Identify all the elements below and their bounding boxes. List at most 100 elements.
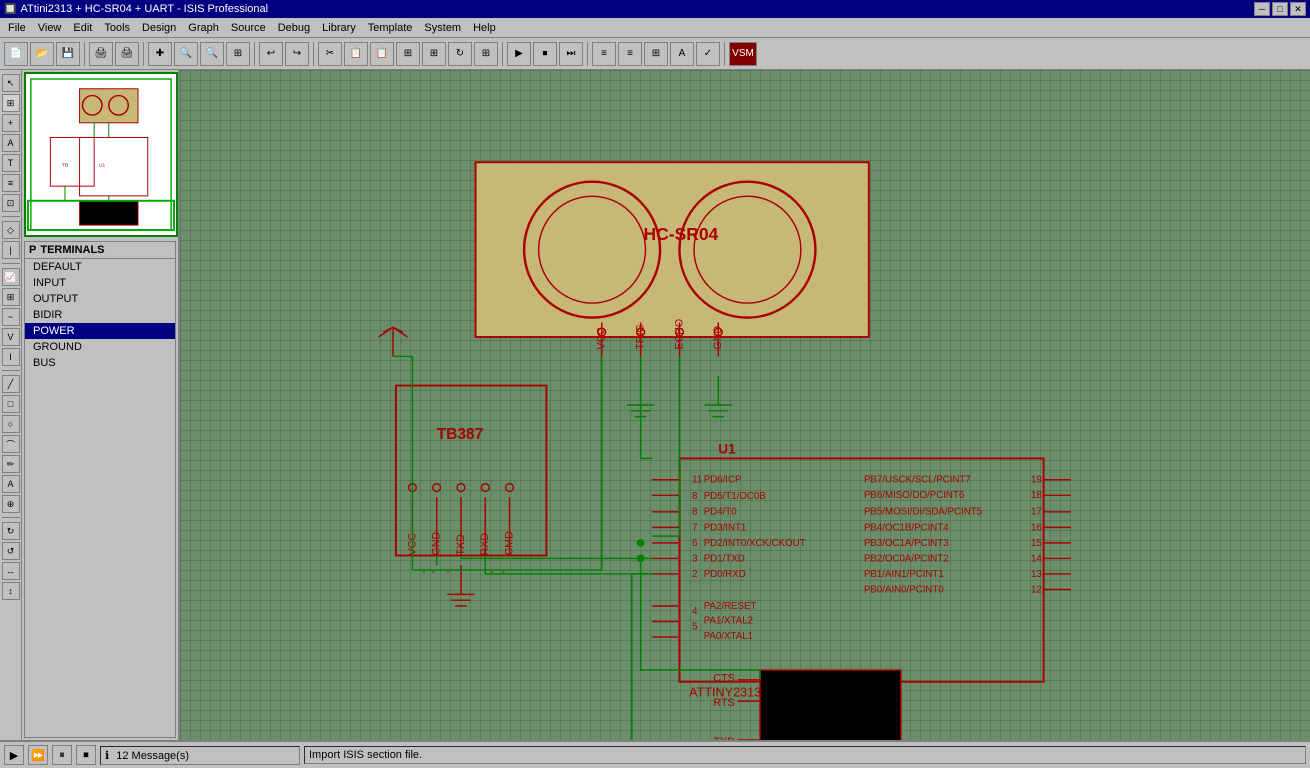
voltage-probe-tool[interactable]: V — [2, 328, 20, 346]
new-button[interactable]: 📄 — [4, 42, 28, 66]
attiny-component[interactable]: U1 ATTINY2313 11 8 8 7 6 3 2 4 5 PD6/ICP… — [652, 442, 1071, 700]
step-forward-button[interactable]: ⏩ — [28, 745, 48, 765]
rotate-ccw-tool[interactable]: ↺ — [2, 542, 20, 560]
annotate-button[interactable]: A — [670, 42, 694, 66]
terminal-item-input[interactable]: INPUT — [25, 275, 175, 291]
title-buttons: ─ □ ✕ — [1254, 2, 1306, 16]
terminal-item-default[interactable]: DEFAULT — [25, 259, 175, 275]
current-probe-tool[interactable]: I — [2, 348, 20, 366]
terminal-item-ground[interactable]: GROUND — [25, 339, 175, 355]
message-count: 12 Message(s) — [116, 750, 189, 762]
undo-button[interactable]: ↩ — [259, 42, 283, 66]
terminal-item-bus[interactable]: BUS — [25, 355, 175, 371]
component-tool[interactable]: ⊞ — [2, 94, 20, 112]
tb387-component[interactable]: TB387 VCC GND TXD RXD CMD — [396, 386, 547, 556]
status-text: Import ISIS section file. — [304, 746, 1306, 764]
label-tool[interactable]: A — [2, 134, 20, 152]
svg-text:13: 13 — [1031, 569, 1042, 580]
bom-button[interactable]: ≡ — [618, 42, 642, 66]
preview-area: U1 TB — [24, 72, 178, 237]
box-tool[interactable]: □ — [2, 395, 20, 413]
zoom-fit-button[interactable]: ⊞ — [226, 42, 250, 66]
svg-text:GND: GND — [712, 326, 724, 350]
maximize-button[interactable]: □ — [1272, 2, 1288, 16]
menu-item-source[interactable]: Source — [225, 20, 272, 36]
open-button[interactable]: 📂 — [30, 42, 54, 66]
virtual-terminal[interactable]: CTS RTS TXD RXD — [713, 670, 900, 740]
mirror-v-tool[interactable]: ↕ — [2, 582, 20, 600]
terminal-tool[interactable]: ◇ — [2, 221, 20, 239]
svg-text:GND: GND — [431, 531, 443, 555]
pin-tool[interactable]: | — [2, 241, 20, 259]
redo-button[interactable]: ↪ — [285, 42, 309, 66]
subcircuit-tool[interactable]: ⊡ — [2, 194, 20, 212]
zoom-out-button[interactable]: 🔍 — [200, 42, 224, 66]
bus-tool[interactable]: ≡ — [2, 174, 20, 192]
left-panel: ↖ ⊞ + A T ≡ ⊡ ◇ | 📈 ⊞ ~ V I ╱ □ ○ ⌒ ✏ A … — [0, 70, 180, 740]
block-move-button[interactable]: ⊞ — [422, 42, 446, 66]
svg-text:RTS: RTS — [713, 697, 734, 709]
graph-tool[interactable]: 📈 — [2, 268, 20, 286]
canvas-area[interactable]: HC-SR04 VCC TRIG ECHO GND — [180, 70, 1310, 740]
zoom-in-button[interactable]: 🔍 — [174, 42, 198, 66]
cursor-button[interactable]: ✚ — [148, 42, 172, 66]
terminal-item-output[interactable]: OUTPUT — [25, 291, 175, 307]
generator-tool[interactable]: ~ — [2, 308, 20, 326]
mirror-h-tool[interactable]: ↔ — [2, 562, 20, 580]
svg-text:PB5/MOSI/DI/SDA/PCINT5: PB5/MOSI/DI/SDA/PCINT5 — [864, 507, 982, 518]
title-icon: 🔲 — [4, 4, 16, 15]
terminals-list: DEFAULTINPUTOUTPUTBIDIRPOWERGROUNDBUS — [25, 259, 175, 371]
menu-item-file[interactable]: File — [2, 20, 32, 36]
svg-text:4: 4 — [692, 606, 698, 617]
block-mirror-button[interactable]: ⊞ — [474, 42, 498, 66]
menu-item-edit[interactable]: Edit — [67, 20, 98, 36]
path-tool[interactable]: ✏ — [2, 455, 20, 473]
tape-tool[interactable]: ⊞ — [2, 288, 20, 306]
close-button[interactable]: ✕ — [1290, 2, 1306, 16]
menu-item-system[interactable]: System — [418, 20, 467, 36]
line-tool[interactable]: ╱ — [2, 375, 20, 393]
block-copy-button[interactable]: ⊞ — [396, 42, 420, 66]
vsm-button[interactable]: VSM — [729, 42, 757, 66]
svg-text:RXD: RXD — [479, 533, 491, 556]
select-tool[interactable]: ↖ — [2, 74, 20, 92]
pcb-button[interactable]: ⊞ — [644, 42, 668, 66]
menu-item-debug[interactable]: Debug — [272, 20, 316, 36]
menu-item-design[interactable]: Design — [136, 20, 182, 36]
svg-text:18: 18 — [1031, 490, 1042, 501]
paste-button[interactable]: 📋 — [370, 42, 394, 66]
menu-item-library[interactable]: Library — [316, 20, 362, 36]
netlist-button[interactable]: ≡ — [592, 42, 616, 66]
menu-item-tools[interactable]: Tools — [98, 20, 136, 36]
arc-tool[interactable]: ⌒ — [2, 435, 20, 453]
minimize-button[interactable]: ─ — [1254, 2, 1270, 16]
circle-tool[interactable]: ○ — [2, 415, 20, 433]
step-button[interactable]: ⏭ — [559, 42, 583, 66]
hcsr04-component[interactable]: HC-SR04 VCC TRIG ECHO GND — [476, 162, 869, 356]
text2-tool[interactable]: A — [2, 475, 20, 493]
menu-item-help[interactable]: Help — [467, 20, 502, 36]
copy-button[interactable]: 📋 — [344, 42, 368, 66]
run-button[interactable]: ▶ — [507, 42, 531, 66]
drc-button[interactable]: ✓ — [696, 42, 720, 66]
stop-button[interactable]: ⏹ — [533, 42, 557, 66]
block-rotate-button[interactable]: ↻ — [448, 42, 472, 66]
print-preview-button[interactable]: 🖨 — [115, 42, 139, 66]
print-button[interactable]: 🖨 — [89, 42, 113, 66]
stop-button[interactable]: ⏹ — [76, 745, 96, 765]
pause-button[interactable]: ⏸ — [52, 745, 72, 765]
text-tool[interactable]: T — [2, 154, 20, 172]
symbol-tool[interactable]: ⊕ — [2, 495, 20, 513]
cut-button[interactable]: ✂ — [318, 42, 342, 66]
play-button[interactable]: ▶ — [4, 745, 24, 765]
terminal-item-power[interactable]: POWER — [25, 323, 175, 339]
svg-text:-: - — [490, 567, 493, 578]
junction-tool[interactable]: + — [2, 114, 20, 132]
save-button[interactable]: 💾 — [56, 42, 80, 66]
terminal-item-bidir[interactable]: BIDIR — [25, 307, 175, 323]
rotate-cw-tool[interactable]: ↻ — [2, 522, 20, 540]
menu-item-graph[interactable]: Graph — [182, 20, 225, 36]
menu-item-view[interactable]: View — [32, 20, 68, 36]
terminals-panel: P TERMINALS DEFAULTINPUTOUTPUTBIDIRPOWER… — [24, 241, 176, 738]
menu-item-template[interactable]: Template — [362, 20, 419, 36]
